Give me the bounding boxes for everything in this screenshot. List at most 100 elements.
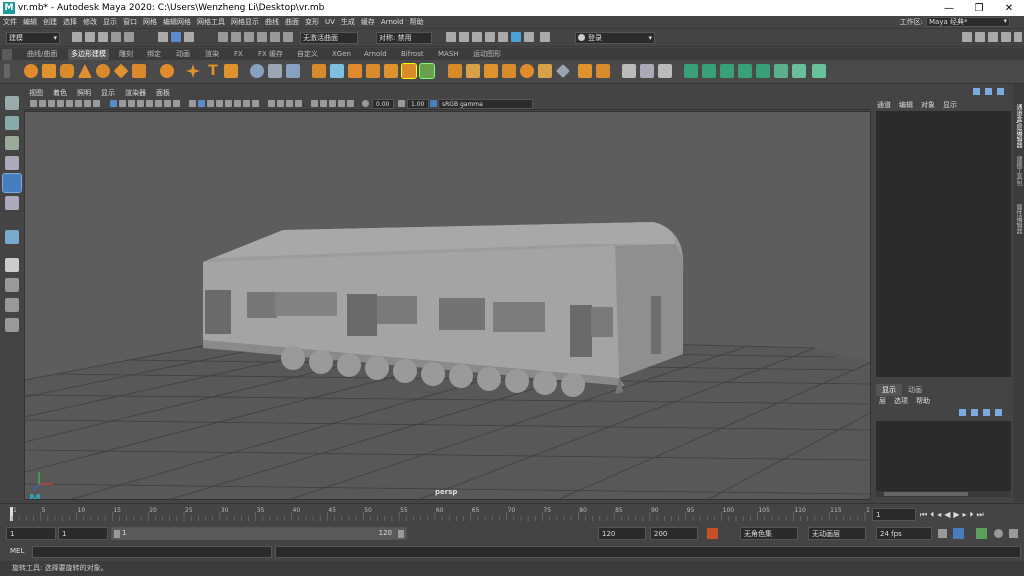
poly-cylinder-icon[interactable] [60, 64, 74, 78]
append-poly-icon[interactable] [502, 64, 516, 78]
depth-of-field-icon[interactable] [268, 100, 275, 107]
outliner-icon[interactable] [1014, 32, 1022, 42]
isolate-select-icon[interactable] [189, 100, 196, 107]
menu-curves[interactable]: 曲线 [262, 17, 282, 27]
menu-generate[interactable]: 生成 [338, 17, 358, 27]
menu-mesh-display[interactable]: 网格显示 [228, 17, 262, 27]
animation-start-field[interactable]: 1 [6, 527, 56, 540]
go-to-start-icon[interactable]: ⏮ [920, 510, 927, 520]
multi-cut-icon[interactable] [520, 64, 534, 78]
arnold-render-icon[interactable] [511, 32, 521, 42]
frame-all-icon[interactable] [320, 100, 327, 107]
poly-sphere-icon[interactable] [24, 64, 38, 78]
default-material-icon[interactable] [225, 100, 232, 107]
textured-icon[interactable] [137, 100, 144, 107]
channel-menu-show[interactable]: 显示 [943, 100, 957, 110]
viewport-menu-shading[interactable]: 着色 [48, 88, 72, 98]
snap-point-icon[interactable] [244, 32, 254, 42]
attribute-editor-icon[interactable] [975, 32, 985, 42]
menu-edit-mesh[interactable]: 编辑网格 [160, 17, 194, 27]
relax-tool-icon[interactable] [640, 64, 654, 78]
select-camera-icon[interactable] [30, 100, 37, 107]
extract-icon[interactable] [384, 64, 398, 78]
bridge-icon[interactable] [401, 63, 417, 79]
separate-icon[interactable] [268, 64, 282, 78]
antialias-icon[interactable] [252, 100, 259, 107]
shelf-options-icon[interactable] [2, 49, 12, 60]
tab-sculpting[interactable]: 雕刻 [116, 49, 136, 60]
snap-grid-icon[interactable] [218, 32, 228, 42]
xray-icon[interactable] [198, 100, 205, 107]
layer-scrollbar-thumb[interactable] [884, 492, 968, 496]
hud-icon[interactable] [286, 100, 293, 107]
tab-channel-box-layer-editor[interactable]: 通道盒/层编辑器 [1014, 104, 1023, 148]
tab-fx[interactable]: FX [231, 49, 246, 60]
smooth-icon[interactable] [312, 64, 326, 78]
channel-menu-channels[interactable]: 通道 [877, 100, 891, 110]
viewport-menu-show[interactable]: 显示 [96, 88, 120, 98]
sculpt-tool-icon[interactable] [622, 64, 636, 78]
animation-preferences-icon[interactable] [1009, 529, 1018, 538]
light-editor-icon[interactable] [524, 32, 534, 42]
tool-settings-icon[interactable] [988, 32, 998, 42]
play-forwards-icon[interactable]: ▶ [953, 510, 959, 520]
snap-curve-icon[interactable] [231, 32, 241, 42]
uv-layout-icon[interactable] [774, 64, 788, 78]
frame-selected-icon[interactable] [329, 100, 336, 107]
render-setup-icon[interactable] [498, 32, 508, 42]
selection-highlight-icon[interactable] [234, 100, 241, 107]
live-surface-field[interactable]: 无激活曲面 [300, 32, 358, 44]
film-gate-icon[interactable] [84, 100, 91, 107]
target-weld-icon[interactable] [538, 64, 552, 78]
backface-cull-icon[interactable] [216, 100, 223, 107]
step-back-key-icon[interactable]: ◂ [937, 510, 941, 520]
tab-modeling-toolkit[interactable]: 建模工具包 [1014, 156, 1023, 186]
menu-help[interactable]: 帮助 [407, 17, 427, 27]
mel-input[interactable] [32, 546, 272, 558]
maximize-button[interactable]: ❐ [964, 3, 994, 14]
channel-box-list[interactable] [876, 111, 1011, 377]
scale-tool-icon[interactable] [5, 196, 19, 210]
attribute-editor-toggle-icon[interactable] [985, 88, 992, 95]
sweep-mesh-icon[interactable] [186, 64, 200, 78]
key-ticks-icon[interactable] [994, 529, 1003, 538]
menu-mesh-tools[interactable]: 网格工具 [194, 17, 228, 27]
gamma-field[interactable]: 1.00 [407, 99, 429, 109]
hypershade-icon[interactable] [485, 32, 495, 42]
snap-live-icon[interactable] [283, 32, 293, 42]
tab-attribute-editor[interactable]: 属性编辑器 [1014, 204, 1023, 234]
layer-menu-options[interactable]: 选项 [894, 396, 908, 406]
insert-edge-loop-icon[interactable] [578, 64, 592, 78]
auto-key-icon[interactable] [707, 528, 718, 539]
go-to-end-icon[interactable]: ⏭ [977, 510, 984, 520]
poly-torus-icon[interactable] [96, 64, 110, 78]
save-scene-icon[interactable] [98, 32, 108, 42]
step-forward-key-icon[interactable]: ▸ [963, 510, 967, 520]
last-tool-icon[interactable] [5, 230, 19, 244]
boolean-union-icon[interactable] [330, 64, 344, 78]
cylindrical-uv-icon[interactable] [720, 64, 734, 78]
poly-disc-icon[interactable] [132, 64, 146, 78]
uv-editor-icon[interactable] [756, 64, 770, 78]
range-start-handle[interactable] [114, 530, 120, 538]
wireframe-icon[interactable] [110, 100, 117, 107]
layer-scrollbar[interactable] [876, 491, 1011, 497]
bookmarks-icon[interactable] [48, 100, 55, 107]
ambient-occlusion-icon[interactable] [164, 100, 171, 107]
select-hierarchy-icon[interactable] [158, 32, 168, 42]
menu-cache[interactable]: 缓存 [358, 17, 378, 27]
close-button[interactable]: ✕ [994, 3, 1024, 14]
minimize-button[interactable]: — [934, 3, 964, 14]
spherical-uv-icon[interactable] [738, 64, 752, 78]
new-scene-icon[interactable] [72, 32, 82, 42]
type-tool-icon[interactable]: T [206, 64, 220, 78]
tab-display-layers[interactable]: 显示 [876, 384, 902, 396]
boolean-intersection-icon[interactable] [366, 64, 380, 78]
automatic-uv-icon[interactable] [684, 64, 698, 78]
boolean-difference-icon[interactable] [348, 64, 362, 78]
playback-end-field[interactable]: 120 [598, 527, 646, 540]
resolution-gate-icon[interactable] [93, 100, 100, 107]
login-dropdown[interactable]: 登录 [575, 32, 655, 44]
poly-cube-icon[interactable] [42, 64, 56, 78]
mel-label[interactable]: MEL [10, 547, 24, 555]
